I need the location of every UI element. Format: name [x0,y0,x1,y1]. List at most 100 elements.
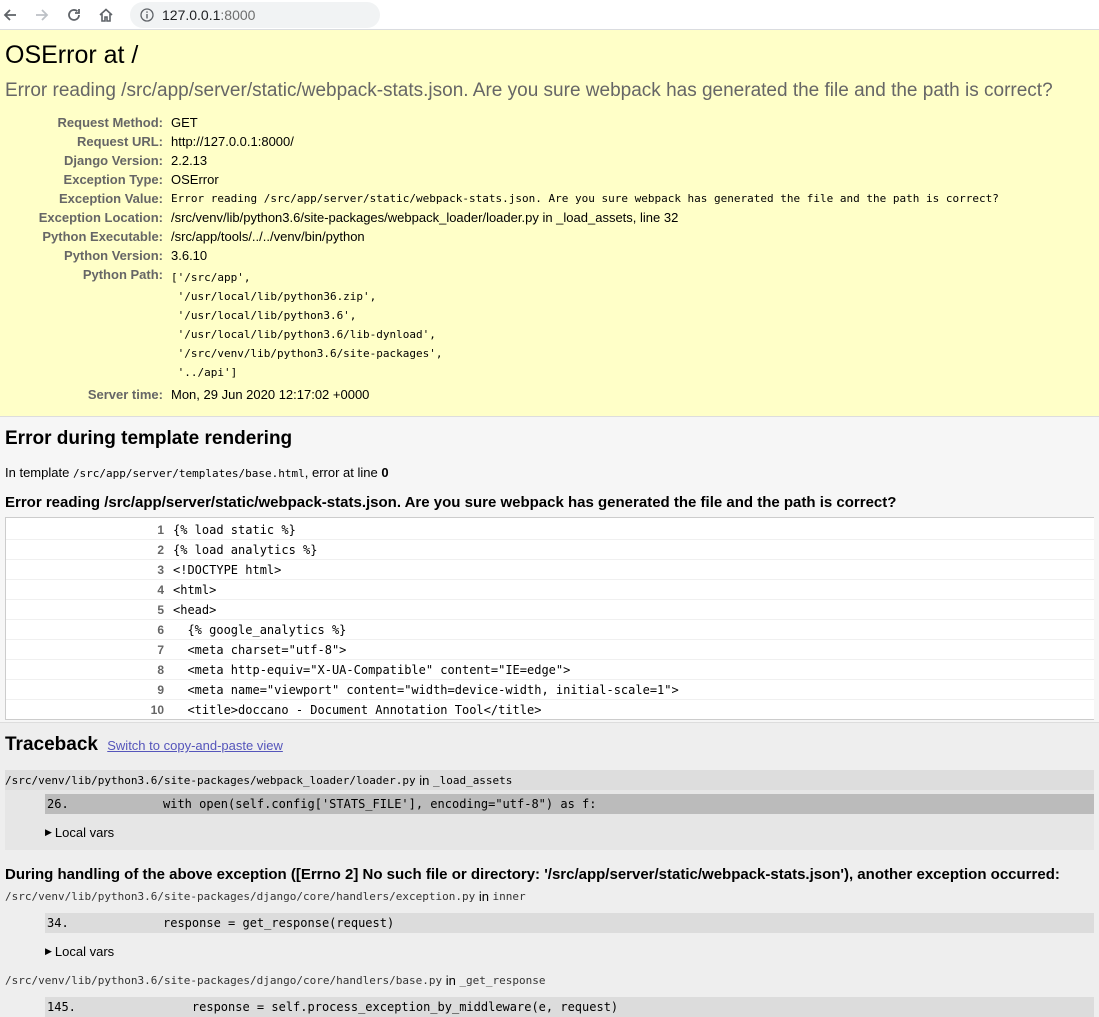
request-meta-table: Request Method: GET Request URL: http://127… [5,113,999,404]
local-vars-label: Local vars [54,824,115,840]
page-title: OSError at / [5,41,139,69]
source-line-code: <title>doccano - Document Annotation Too… [173,702,542,717]
template-path: /src/app/server/templates/base.html [72,467,305,480]
forward-button[interactable] [32,3,52,27]
frame-in: in [475,888,493,904]
meta-label: Python Version: [64,248,163,263]
context-line-number: 145. [47,1000,76,1014]
info-icon[interactable] [140,7,154,22]
frame-in: in [442,972,460,988]
meta-label: Exception Value: [58,191,163,206]
python-path-entry: '/usr/local/lib/python3.6', [171,309,357,322]
reload-button[interactable] [64,3,84,27]
source-line-code: <html> [173,582,217,597]
local-vars-toggle[interactable]: ▶ Local vars [45,814,1094,850]
traceback-heading: Traceback Switch to copy-and-paste view [5,733,1094,758]
browser-toolbar: 127.0.0.1:8000 [0,0,1099,30]
source-line: 6 {% google_analytics %} [6,620,1094,640]
python-path-value: ['/src/app', '/usr/local/lib/python36.zi… [168,265,999,382]
template-error-message: Error reading /src/app/server/static/web… [5,494,897,511]
frame-function: _load_assets [432,773,513,787]
local-vars-label: Local vars [54,943,115,959]
exception-message: Error reading /src/app/server/static/web… [5,80,1053,101]
source-line-code: <meta charset="utf-8"> [173,642,347,657]
python-path-entry: '../api'] [171,366,238,379]
handling-message: During handling of the above exception (… [5,866,1060,883]
source-line-code: <meta http-equiv="X-UA-Compatible" conte… [173,662,571,677]
meta-label: Django Version: [64,153,163,168]
context-line[interactable]: 145. response = self.process_exception_b… [45,997,1094,1017]
source-line-code: {% load static %} [173,522,296,537]
source-line: 2 {% load analytics %} [6,540,1094,560]
source-line-number: 1 [157,522,164,537]
source-line-number: 10 [150,702,164,717]
template-error-heading: Error during template rendering [5,428,293,449]
source-line-number: 9 [157,682,164,697]
arrow-right-icon [36,8,49,21]
meta-label: Request Method: [57,115,163,130]
source-line: 5 <head> [6,600,1094,620]
meta-label: Request URL: [77,134,163,149]
meta-row: Exception Value: Error reading /src/app/s… [5,189,999,208]
source-line-number: 4 [157,582,164,597]
context-line-number: 26. [47,797,69,811]
frame-file: /src/venv/lib/python3.6/site-packages/we… [5,770,1094,790]
address-bar[interactable]: 127.0.0.1:8000 [130,1,380,28]
intro-prefix: In template [5,465,73,480]
local-vars-toggle[interactable]: ▶ Local vars [45,933,1094,969]
source-line-code: {% google_analytics %} [173,622,347,637]
home-button[interactable] [96,3,116,27]
reload-icon [68,8,80,21]
source-line-code: <!DOCTYPE html> [173,562,282,577]
frame-path: /src/venv/lib/python3.6/site-packages/we… [5,773,416,787]
context-line[interactable]: 34. response = get_response(request) [45,913,1094,933]
meta-value: Error reading /src/app/server/static/web… [171,192,999,205]
server-time-value: Mon, 29 Jun 2020 12:17:02 +0000 [171,387,370,402]
traceback-title: Traceback [5,734,98,755]
source-line: 7 <meta charset="utf-8"> [6,640,1094,660]
meta-label: Python Path: [82,267,163,282]
python-path-entry: '/usr/local/lib/python36.zip', [171,290,377,303]
source-line-code: <head> [173,602,217,617]
source-line: 4 <html> [6,580,1094,600]
source-line: 3 <!DOCTYPE html> [6,560,1094,580]
template-error-section: Error during template rendering In templ… [0,417,1099,723]
template-source: 1 {% load static %} 2 {% load analytics %} 3… [5,517,1094,720]
triangle-right-icon: ▶ [45,945,52,956]
meta-row: Python Version: 3.6.10 [5,246,999,265]
source-line-code: {% load analytics %} [173,542,318,557]
template-intro: In template /src/app/server/templates/ba… [5,465,1094,480]
context-line-code: response = get_response(request) [163,916,395,930]
triangle-right-icon: ▶ [45,826,52,837]
meta-row-server-time: Server time: Mon, 29 Jun 2020 12:17:02 +… [5,382,999,404]
frame-path: /src/venv/lib/python3.6/site-packages/dj… [5,973,443,987]
source-line-number: 8 [157,662,164,677]
meta-row-python-path: Python Path: ['/src/app', '/usr/local/li… [5,265,999,382]
meta-row: Exception Location: /src/venv/lib/python3… [5,208,999,227]
meta-value: http://127.0.0.1:8000/ [171,134,294,149]
source-line-number: 5 [157,602,164,617]
meta-value: /src/app/tools/../../venv/bin/python [171,229,365,244]
meta-value: 2.2.13 [171,153,208,168]
intro-mid: , error at line [304,465,382,480]
python-path-entry: ['/src/app', [171,271,251,284]
source-line: 8 <meta http-equiv="X-UA-Compatible" con… [6,660,1094,680]
context-line-code: response = self.process_exception_by_mid… [163,1000,619,1014]
source-line: 10 <title>doccano - Document Annotation … [6,700,1094,719]
frame-context: 34. response = get_response(request) ▶ Loc… [5,905,1094,969]
meta-row: Request URL: http://127.0.0.1:8000/ [5,132,999,151]
back-button[interactable] [0,3,20,27]
copy-paste-view-link[interactable]: Switch to copy-and-paste view [107,738,283,753]
meta-value: 3.6.10 [171,248,208,263]
arrow-left-icon [3,8,16,21]
source-line: 1 {% load static %} [6,520,1094,540]
meta-label: Exception Location: [38,210,163,225]
frame-file: /src/venv/lib/python3.6/site-packages/dj… [5,887,1094,905]
home-icon [99,7,113,22]
meta-row: Django Version: 2.2.13 [5,151,999,170]
error-summary: OSError at / Error reading /src/app/serv… [0,30,1099,417]
context-line[interactable]: 26. with open(self.config['STATS_FILE'], … [45,794,1094,814]
url-host: 127.0.0.1 [162,6,221,23]
python-path-entry: '/src/venv/lib/python3.6/site-packages', [171,347,443,360]
source-line-code: <meta name="viewport" content="width=dev… [173,682,679,697]
